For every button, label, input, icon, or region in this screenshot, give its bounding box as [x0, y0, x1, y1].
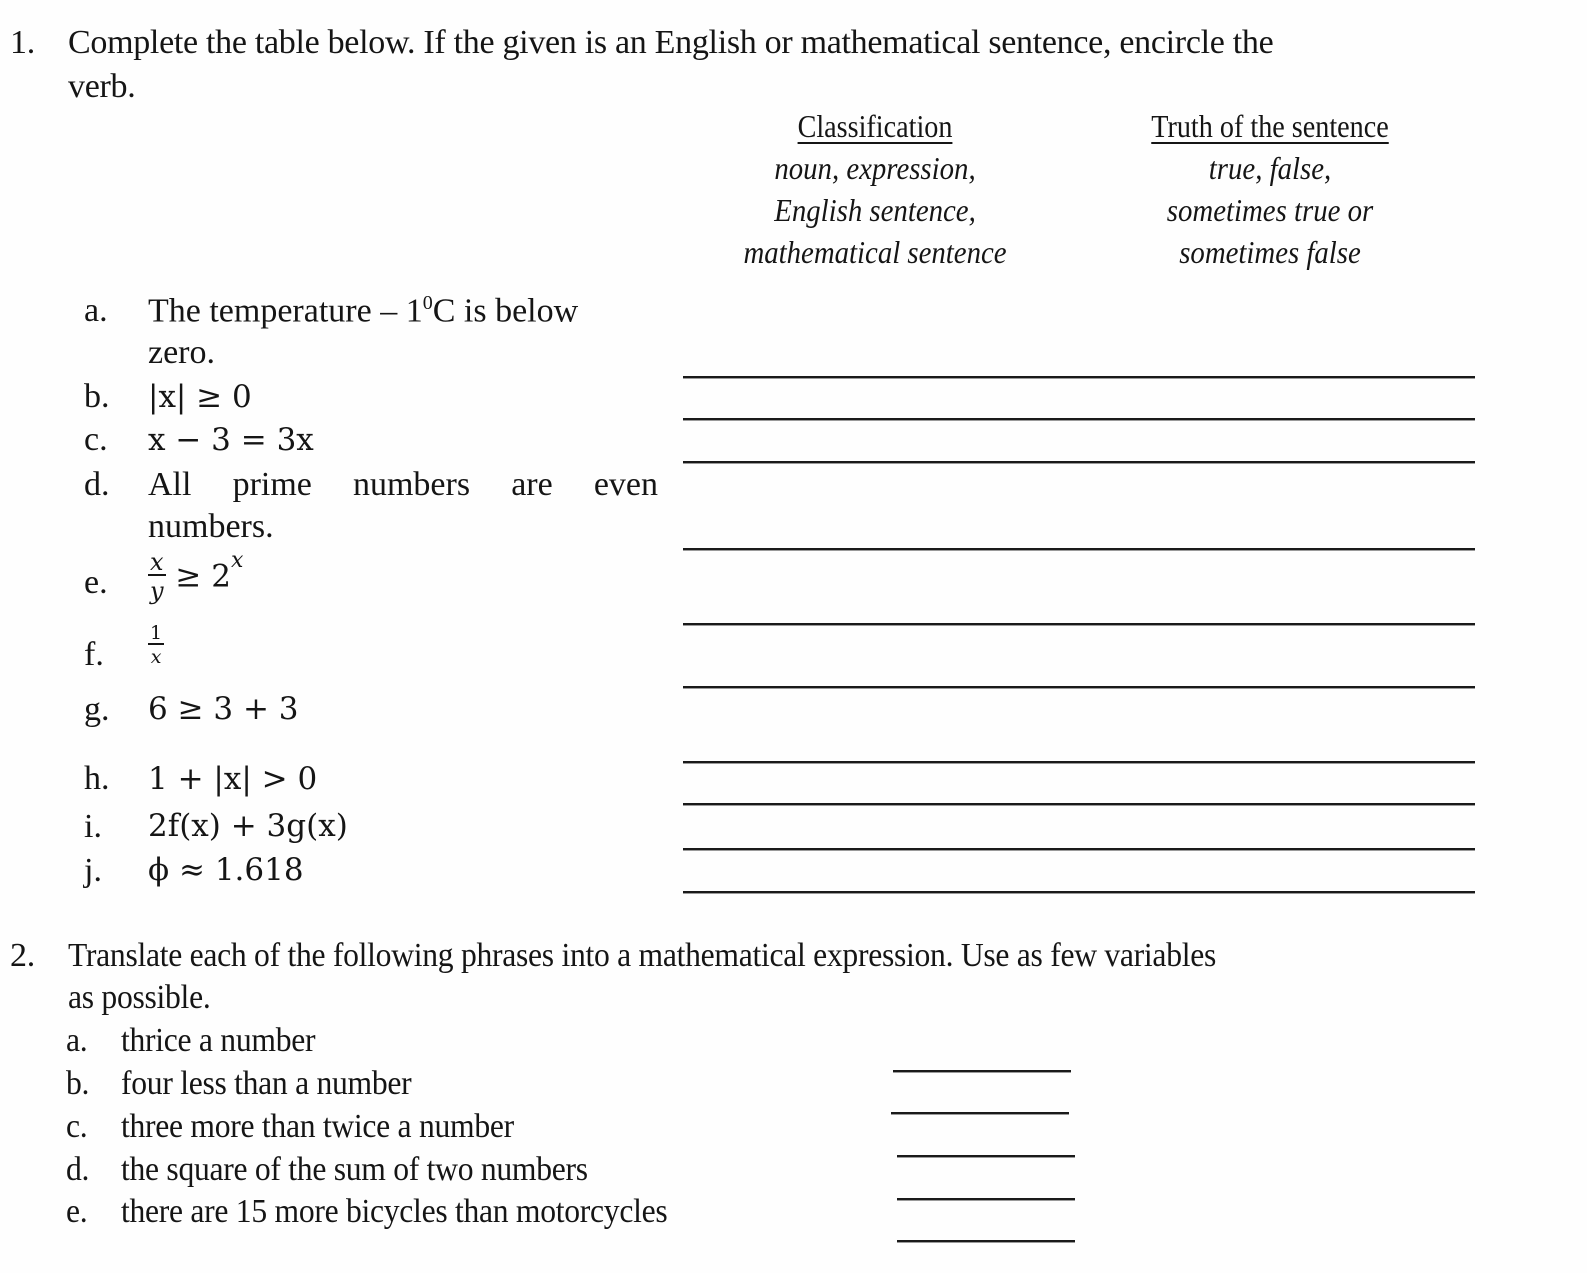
classification-column: Classification noun, expression, English… [690, 108, 1060, 273]
q2-item-e-label: e. [66, 1193, 88, 1230]
item-d-label: d. [84, 466, 110, 503]
item-g-math: 6 ≥ 3 + 3 [148, 691, 299, 727]
q2-answer-line-d[interactable] [897, 1198, 1075, 1200]
q2-number: 2. [10, 937, 35, 974]
item-c-math: x − 3 = 3x [148, 422, 314, 458]
q2-answer-line-c[interactable] [897, 1155, 1075, 1157]
item-f-math: 1x [148, 622, 165, 668]
item-d-text-line1: All prime numbers are even [148, 466, 658, 503]
item-e-inequality: ≥ 2 [175, 558, 231, 595]
q2-answer-line-a[interactable] [893, 1070, 1071, 1072]
q2-item-d-text: the square of the sum of two numbers [121, 1151, 588, 1188]
truth-option: sometimes true or [1166, 192, 1374, 228]
item-a-text: The temperature – 10C is below [148, 292, 578, 330]
truth-option: sometimes false [1179, 234, 1361, 270]
fraction: xy [148, 548, 166, 605]
item-b-label: b. [84, 378, 110, 415]
q2-item-c-label: c. [66, 1108, 88, 1145]
item-c-label: c. [84, 421, 108, 458]
item-j-math: ϕ ≈ 1.618 [148, 852, 304, 888]
item-i-math: 2f(x) + 3g(x) [148, 808, 348, 844]
answer-line-h[interactable] [683, 803, 1475, 805]
q1-instruction-line1: Complete the table below. If the given i… [68, 24, 1274, 61]
item-e-math: xy ≥ 2x [148, 548, 243, 603]
item-b-math: |x| ≥ 0 [148, 379, 252, 415]
exponent: x [230, 548, 244, 573]
q2-answer-line-b[interactable] [891, 1112, 1069, 1114]
truth-option: true, false, [1208, 150, 1332, 186]
item-d-text: All prime numbers are even [148, 466, 658, 504]
q2-item-c-text: three more than twice a number [121, 1108, 514, 1145]
item-g-label: g. [84, 691, 110, 728]
q1-instruction-line2: verb. [68, 68, 136, 105]
answer-line-e[interactable] [683, 623, 1475, 625]
answer-line-a[interactable] [683, 376, 1475, 378]
item-a-text-line2: zero. [148, 334, 216, 371]
answer-line-f[interactable] [683, 686, 1475, 688]
item-j-label: j. [84, 852, 102, 889]
item-h-label: h. [84, 760, 110, 797]
item-i-label: i. [84, 808, 102, 845]
q2-item-d-label: d. [66, 1151, 90, 1188]
truth-header: Truth of the sentence [1151, 108, 1389, 144]
classification-header: Classification [797, 108, 953, 144]
item-e-label: e. [84, 564, 108, 601]
answer-line-g[interactable] [683, 761, 1475, 763]
item-h-math: 1 + |x| > 0 [148, 761, 318, 797]
q2-item-b-text: four less than a number [121, 1065, 412, 1102]
q2-item-a-text: thrice a number [121, 1022, 316, 1059]
item-d-text-line2: numbers. [148, 508, 274, 545]
answer-line-d[interactable] [683, 548, 1475, 550]
q2-item-a-label: a. [66, 1022, 88, 1059]
q2-instruction-line2: as possible. [68, 979, 211, 1016]
q2-item-e-text: there are 15 more bicycles than motorcyc… [121, 1193, 668, 1230]
classification-option: noun, expression, [774, 150, 976, 186]
classification-option: mathematical sentence [743, 234, 1007, 270]
answer-line-c[interactable] [683, 461, 1475, 463]
classification-option: English sentence, [774, 192, 976, 228]
q1-number: 1. [10, 24, 35, 61]
item-a-text-end: C is below [432, 292, 579, 330]
q2-item-b-label: b. [66, 1065, 90, 1102]
answer-line-b[interactable] [683, 418, 1475, 420]
answer-line-i[interactable] [683, 848, 1475, 850]
degree-superscript: 0 [422, 292, 433, 314]
q2-answer-line-e[interactable] [897, 1240, 1075, 1242]
item-a-label: a. [84, 292, 108, 329]
answer-line-j[interactable] [683, 891, 1475, 893]
item-f-label: f. [84, 636, 104, 673]
fraction: 1x [148, 622, 165, 668]
q2-instruction-line1: Translate each of the following phrases … [68, 937, 1217, 974]
truth-column: Truth of the sentence true, false, somet… [1100, 108, 1440, 273]
item-a-text-start: The temperature – 1 [148, 292, 423, 330]
